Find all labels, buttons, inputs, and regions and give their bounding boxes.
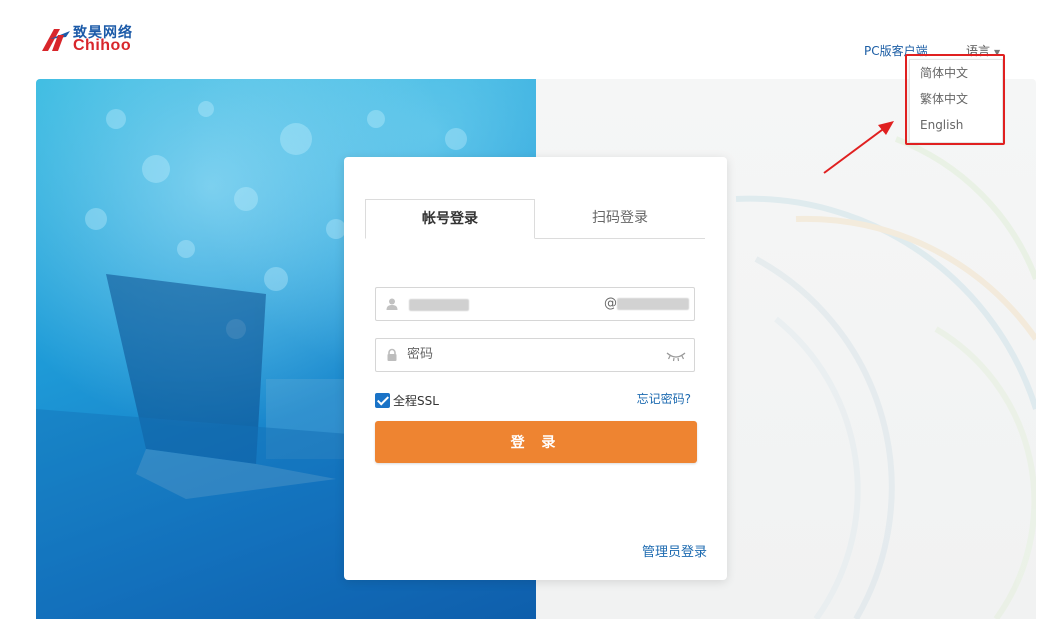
- ssl-label: 全程SSL: [393, 394, 439, 408]
- check-icon[interactable]: [375, 393, 390, 408]
- user-icon: [386, 298, 398, 310]
- tab-account-login[interactable]: 帐号登录: [365, 199, 535, 239]
- password-input[interactable]: [407, 347, 647, 362]
- lock-icon: [387, 348, 397, 361]
- username-suffix-at: @: [604, 296, 617, 311]
- domain-redacted: [617, 297, 689, 310]
- ssl-checkbox[interactable]: 全程SSL: [375, 392, 439, 409]
- chevron-down-icon: ▼: [994, 48, 1001, 57]
- admin-login-link[interactable]: 管理员登录: [642, 541, 707, 560]
- language-button[interactable]: 语言 ▼: [966, 42, 1000, 59]
- language-label: 语言: [966, 44, 991, 58]
- language-option-english[interactable]: English: [910, 112, 1002, 138]
- password-field[interactable]: [375, 338, 695, 372]
- tab-qrcode-login[interactable]: 扫码登录: [535, 199, 705, 238]
- login-tabs: 帐号登录 扫码登录: [365, 199, 705, 239]
- language-option-simplified-chinese[interactable]: 简体中文: [910, 60, 1002, 86]
- username-domain-suffix: @: [604, 296, 689, 311]
- eye-closed-icon[interactable]: [666, 350, 686, 362]
- language-option-traditional-chinese[interactable]: 繁体中文: [910, 86, 1002, 112]
- brand-logo[interactable]: 致昊网络 Chihoo: [40, 22, 150, 56]
- language-dropdown: 简体中文 繁体中文 English: [909, 59, 1003, 143]
- login-card: 帐号登录 扫码登录 @ 全程SSL 忘记密码? 登 录 管理员登录: [344, 157, 727, 580]
- brand-name-en: Chihoo: [73, 37, 132, 54]
- logo-mark-icon: [42, 29, 70, 51]
- annotation-arrow-icon: [823, 121, 894, 174]
- username-value-redacted: [409, 299, 469, 311]
- username-field[interactable]: @: [375, 287, 695, 321]
- forgot-password-link[interactable]: 忘记密码?: [637, 390, 691, 407]
- pc-client-link[interactable]: PC版客户端: [864, 42, 928, 59]
- login-button[interactable]: 登 录: [375, 421, 697, 463]
